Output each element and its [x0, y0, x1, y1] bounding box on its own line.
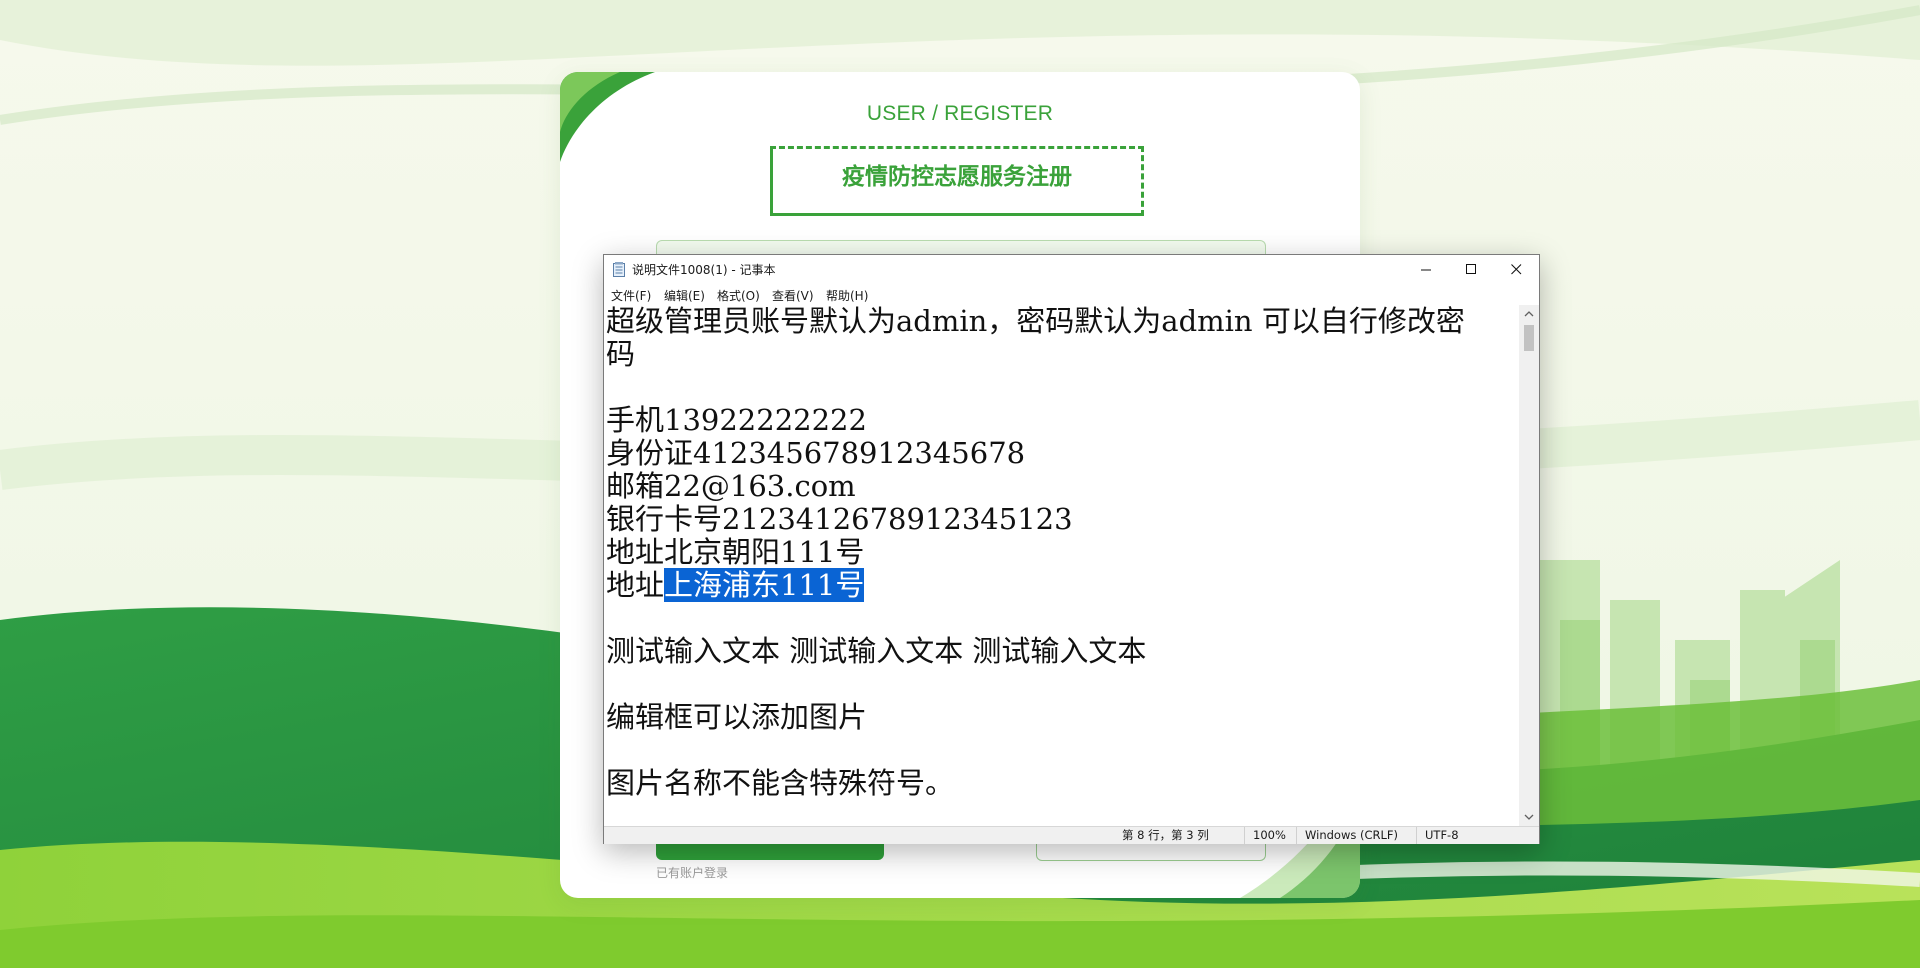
- text-line: 码: [606, 337, 636, 371]
- scroll-up-icon[interactable]: [1519, 307, 1539, 321]
- maximize-icon: [1466, 263, 1476, 274]
- text-line-with-selection: 地址上海浦东111号: [606, 568, 865, 602]
- menu-format[interactable]: 格式(O): [717, 287, 760, 304]
- text-line: 地址北京朝阳111号: [606, 535, 865, 569]
- text-line-prefix: 地址: [606, 568, 665, 602]
- notepad-window: 说明文件1008(1) - 记事本 文件(F) 编辑(E) 格式(O) 查看(V…: [603, 254, 1540, 844]
- text-line: 手机13922222222: [606, 403, 867, 437]
- minimize-button[interactable]: [1404, 255, 1449, 283]
- close-icon: [1511, 263, 1522, 274]
- status-encoding: UTF-8: [1416, 827, 1539, 844]
- text-line: 图片名称不能含特殊符号。: [606, 766, 955, 800]
- notepad-titlebar[interactable]: 说明文件1008(1) - 记事本: [604, 255, 1539, 283]
- notepad-app-icon: [613, 262, 625, 277]
- menu-view[interactable]: 查看(V): [772, 287, 814, 304]
- scroll-down-icon[interactable]: [1519, 810, 1539, 824]
- register-title-box: 疫情防控志愿服务注册: [770, 146, 1144, 216]
- text-line: 银行卡号2123412678912345123: [606, 502, 1073, 536]
- register-subtitle: USER / REGISTER: [866, 102, 1054, 125]
- menu-file[interactable]: 文件(F): [611, 287, 651, 304]
- text-line: 身份证412345678912345678: [606, 436, 1026, 470]
- status-zoom: 100%: [1244, 827, 1296, 844]
- notepad-statusbar: 第 8 行，第 3 列 100% Windows (CRLF) UTF-8: [604, 826, 1539, 844]
- text-line: 超级管理员账号默认为admin，密码默认为admin 可以自行修改密: [606, 305, 1465, 338]
- register-title: 疫情防控志愿服务注册: [842, 164, 1072, 190]
- menu-help[interactable]: 帮助(H): [826, 287, 868, 304]
- login-link[interactable]: 已有账户登录: [656, 864, 728, 881]
- selected-text: 上海浦东111号: [664, 568, 865, 602]
- menu-edit[interactable]: 编辑(E): [664, 287, 705, 304]
- text-line: 邮箱22@163.com: [606, 469, 856, 503]
- status-cursor-position: 第 8 行，第 3 列: [1122, 828, 1209, 842]
- vertical-scrollbar[interactable]: [1519, 305, 1539, 826]
- minimize-icon: [1421, 269, 1431, 270]
- notepad-menubar: 文件(F) 编辑(E) 格式(O) 查看(V) 帮助(H): [604, 283, 1539, 305]
- status-line-ending: Windows (CRLF): [1296, 827, 1416, 844]
- scrollbar-thumb[interactable]: [1524, 325, 1534, 351]
- maximize-button[interactable]: [1449, 255, 1494, 283]
- text-line: 编辑框可以添加图片: [606, 700, 868, 734]
- notepad-window-title: 说明文件1008(1) - 记事本: [632, 263, 776, 277]
- text-line: 测试输入文本 测试输入文本 测试输入文本: [606, 634, 1147, 668]
- close-button[interactable]: [1494, 255, 1539, 283]
- notepad-text-area[interactable]: 超级管理员账号默认为admin，密码默认为admin 可以自行修改密 码 手机1…: [604, 305, 1519, 826]
